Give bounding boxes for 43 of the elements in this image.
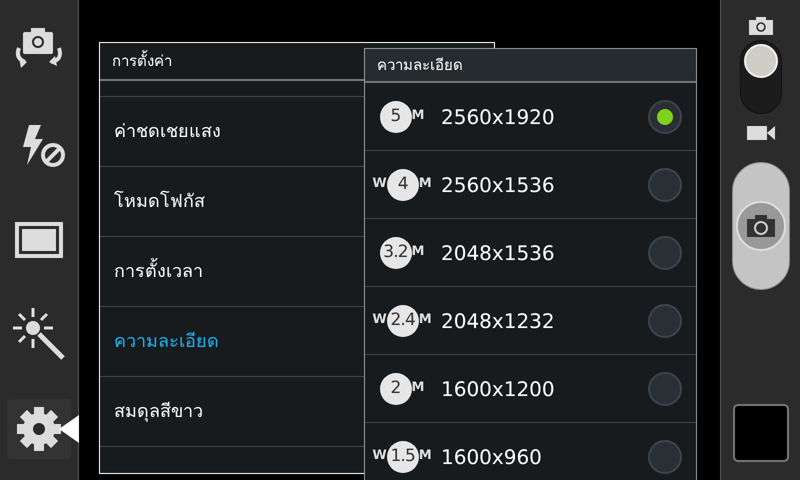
camera-icon bbox=[748, 16, 774, 36]
magic-wand-icon bbox=[11, 306, 67, 362]
megapixel-unit: M bbox=[418, 449, 432, 462]
megapixel-unit: M bbox=[418, 313, 432, 326]
sidebar-button[interactable] bbox=[7, 398, 71, 459]
pointer-triangle-icon bbox=[59, 414, 79, 443]
resolution-label: 1600x1200 bbox=[441, 376, 556, 402]
radio-button[interactable] bbox=[648, 440, 682, 474]
wide-mark: W bbox=[372, 449, 387, 462]
radio-button[interactable] bbox=[648, 236, 682, 270]
panel-title: ความละเอียด bbox=[365, 49, 696, 83]
megapixel-badge: 4 bbox=[386, 168, 419, 200]
megapixel-unit: M bbox=[412, 245, 424, 258]
radio-button[interactable] bbox=[648, 372, 682, 406]
resolution-label: 1600x960 bbox=[441, 444, 543, 470]
resolution-label: 2048x1536 bbox=[441, 240, 556, 266]
wide-mark: W bbox=[372, 177, 387, 190]
video-camera-icon bbox=[746, 124, 774, 142]
resolution-label: 2048x1232 bbox=[441, 308, 556, 334]
megapixel-unit: M bbox=[412, 381, 424, 394]
megapixel-unit: M bbox=[412, 109, 424, 122]
megapixel-unit: M bbox=[418, 177, 432, 190]
gallery-thumbnail[interactable] bbox=[732, 404, 788, 462]
radio-button[interactable] bbox=[648, 168, 682, 202]
settings-item[interactable]: โหมดโฟกัส bbox=[100, 167, 362, 236]
resolution-label: 2560x1536 bbox=[441, 172, 556, 198]
settings-item[interactable]: สมดุลสีขาว bbox=[100, 377, 362, 446]
settings-item[interactable]: ค่าชดเชยแสง bbox=[100, 97, 362, 166]
megapixel-badge: 2.4 bbox=[386, 304, 419, 336]
radio-button[interactable] bbox=[648, 100, 682, 134]
wide-mark: W bbox=[372, 313, 387, 326]
camera-icon bbox=[746, 214, 776, 238]
resolution-label: 2560x1920 bbox=[441, 104, 556, 130]
megapixel-badge: 2 bbox=[380, 372, 412, 404]
radio-button[interactable] bbox=[648, 304, 682, 338]
megapixel-badge: 3.2 bbox=[380, 236, 412, 268]
settings-item[interactable]: การตั้งเวลา bbox=[100, 237, 362, 306]
settings-icon bbox=[15, 404, 63, 453]
aspect-ratio-icon bbox=[15, 222, 63, 258]
megapixel-badge: 1.5 bbox=[386, 440, 419, 472]
mode-switch[interactable] bbox=[740, 40, 782, 114]
settings-item[interactable]: ความละเอียด bbox=[100, 307, 362, 376]
megapixel-badge: 5 bbox=[380, 100, 412, 132]
